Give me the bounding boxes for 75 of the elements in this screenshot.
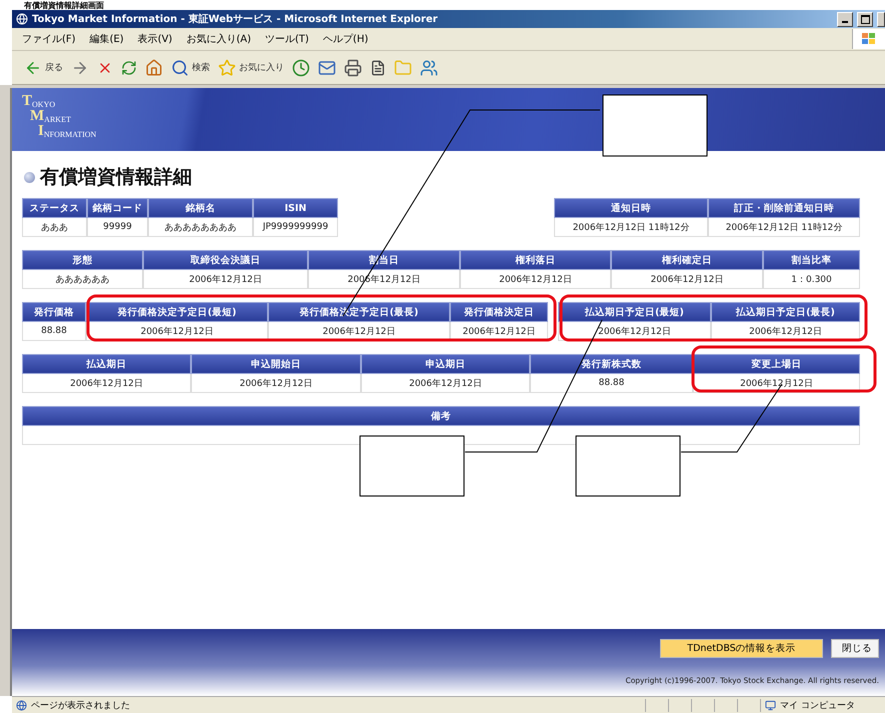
toolbar-button[interactable]: お気に入り — [218, 58, 284, 76]
status-message: ページが表示されました — [31, 700, 131, 712]
table-cell: ああああああ — [22, 270, 143, 289]
table-cell: 2006年12月12日 — [143, 270, 308, 289]
people-icon[interactable] — [420, 58, 438, 76]
computer-icon — [765, 700, 776, 710]
menu-item[interactable]: ツール(T) — [265, 32, 309, 46]
column-header: 通知日時 — [554, 198, 708, 218]
column-header: 形態 — [22, 250, 143, 270]
column-header: 申込期日 — [361, 354, 530, 374]
document-heading: 有償増資情報詳細画面 — [24, 0, 104, 10]
table-cell: 2006年12月12日 11時12分 — [708, 218, 860, 237]
table-cell: 1：0.300 — [763, 270, 860, 289]
column-header: 銘柄名 — [148, 198, 253, 218]
menu-item[interactable]: ヘルプ(H) — [322, 32, 368, 46]
logo-text: INFORMATION — [38, 124, 96, 139]
page-title: 有償増資情報詳細 — [40, 165, 192, 190]
table-cell: 2006年12月12日 — [22, 374, 191, 393]
table-cell: 88.88 — [22, 322, 86, 341]
table-cell: ああああああああ — [148, 218, 253, 237]
column-header: 発行価格 — [22, 302, 86, 322]
column-header: 取締役会決議日 — [143, 250, 308, 270]
browser-icon — [16, 13, 28, 25]
column-header: 発行新株式数 — [530, 354, 693, 374]
column-header: 発行価格決定予定日(最短) — [86, 302, 268, 322]
table-cell: 88.88 — [530, 374, 693, 393]
document-icon[interactable] — [370, 60, 386, 76]
table-cell: 2006年12月12日 — [611, 270, 763, 289]
column-header: ISIN — [253, 198, 338, 218]
table-cell: 2006年12月12日 — [361, 374, 530, 393]
table-cell: あああ — [22, 218, 87, 237]
column-header: 権利確定日 — [611, 250, 763, 270]
close-page-button[interactable]: 閉じる — [831, 639, 879, 658]
table-cell: 99999 — [87, 218, 148, 237]
refresh-icon[interactable] — [121, 60, 137, 76]
printer-icon[interactable] — [344, 58, 362, 76]
window-title: Tokyo Market Information - 東証Webサービス - Microsoft Internet Explorer — [32, 12, 439, 26]
page-icon — [16, 700, 27, 710]
home-icon[interactable] — [145, 58, 163, 76]
table-cell: 2006年12月12日 11時12分 — [554, 218, 708, 237]
show-info-button[interactable]: TDnetDBSの情報を表示 — [660, 639, 823, 658]
menu-item[interactable]: お気に入り(A) — [186, 32, 251, 46]
menu-item[interactable]: 編集(E) — [90, 32, 124, 46]
column-header: 払込期日予定日(最長) — [711, 302, 860, 322]
windows-flag-icon — [852, 29, 885, 49]
search-icon — [171, 58, 189, 76]
history-icon[interactable] — [292, 58, 310, 76]
maximize-icon — [860, 14, 870, 24]
minimize-button[interactable] — [837, 12, 853, 26]
menu-item[interactable]: 表示(V) — [138, 32, 172, 46]
table-cell: 2006年12月12日 — [460, 270, 611, 289]
bullet-icon — [24, 172, 35, 182]
table-cell: 2006年12月12日 — [191, 374, 361, 393]
column-header: 払込期日予定日(最短) — [558, 302, 711, 322]
logo-text: TOKYO — [22, 94, 56, 109]
column-header: 割当比率 — [763, 250, 860, 270]
column-header: 銘柄コード — [87, 198, 148, 218]
column-header: 払込期日 — [22, 354, 191, 374]
column-header: 権利落日 — [460, 250, 611, 270]
toolbar-button[interactable]: 戻る — [24, 58, 63, 76]
maximize-button[interactable] — [857, 12, 873, 26]
menu-item[interactable]: ファイル(F) — [22, 32, 76, 46]
column-header: 発行価格決定日 — [450, 302, 548, 322]
column-header: 申込開始日 — [191, 354, 361, 374]
logo-text: MARKET — [30, 109, 72, 124]
column-header: 備考 — [22, 406, 860, 426]
column-header: 訂正・削除前通知日時 — [708, 198, 860, 218]
toolbar-button[interactable]: 検索 — [171, 58, 210, 76]
zone-label: マイ コンピュータ — [780, 700, 855, 712]
star-icon — [218, 58, 236, 76]
column-header: 変更上場日 — [693, 354, 860, 374]
table-cell: JP9999999999 — [253, 218, 338, 237]
mail-icon[interactable] — [318, 58, 336, 76]
close-button[interactable] — [877, 12, 885, 26]
column-header: ステータス — [22, 198, 87, 218]
